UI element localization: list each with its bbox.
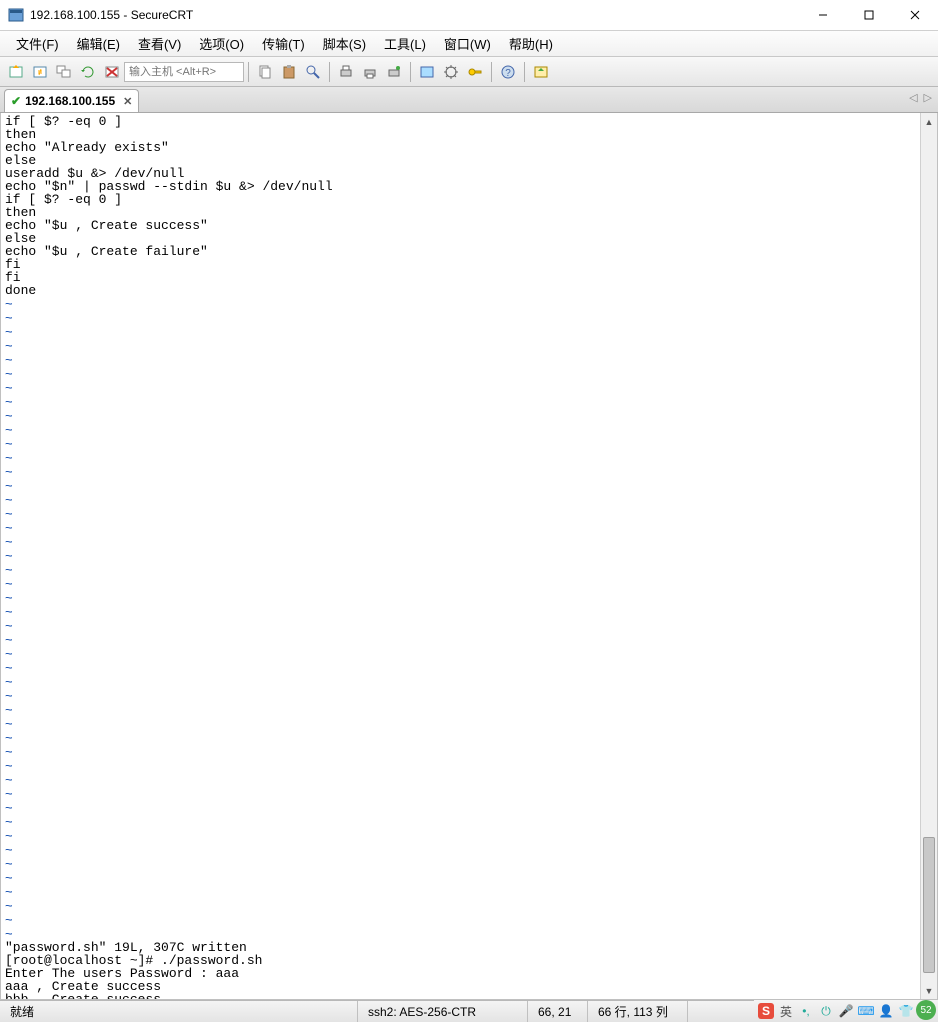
toolbar-help-icon[interactable]: ? [497, 61, 519, 83]
tab-prev-icon[interactable]: ◁ [909, 91, 917, 104]
system-tray: S 英 •, ⏻ 🎤 ⌨ 👤 👕 🧰 [754, 1000, 938, 1022]
toolbar-reconnect-all-icon[interactable] [77, 61, 99, 83]
menu-window[interactable]: 窗口(W) [436, 31, 499, 56]
menu-script[interactable]: 脚本(S) [315, 31, 374, 56]
minimize-button[interactable] [800, 0, 846, 30]
toolbar-copy-icon[interactable] [254, 61, 276, 83]
terminal[interactable]: if [ $? -eq 0 ] then echo "Already exist… [1, 113, 920, 999]
scroll-track[interactable] [921, 130, 937, 982]
status-cursor: 66, 21 [528, 1001, 588, 1022]
toolbar: ? [0, 57, 938, 87]
toolbar-print-icon[interactable] [335, 61, 357, 83]
toolbar-separator [329, 62, 330, 82]
scroll-down-icon[interactable]: ▼ [921, 982, 937, 999]
menu-file[interactable]: 文件(F) [8, 31, 67, 56]
toolbar-paste-icon[interactable] [278, 61, 300, 83]
tab-close-icon[interactable]: ✕ [123, 95, 132, 108]
ime-lang-icon[interactable]: 英 [778, 1003, 794, 1019]
toolbar-connect-icon[interactable] [5, 61, 27, 83]
ime-punct-icon[interactable]: •, [798, 1003, 814, 1019]
menu-tools[interactable]: 工具(L) [376, 31, 434, 56]
svg-text:?: ? [505, 68, 511, 79]
ime-sogou-icon[interactable]: S [758, 1003, 774, 1019]
toolbar-quick-connect-icon[interactable] [29, 61, 51, 83]
window-title: 192.168.100.155 - SecureCRT [30, 8, 800, 22]
toolbar-disconnect-icon[interactable] [101, 61, 123, 83]
tray-keyboard-icon[interactable]: ⌨ [858, 1003, 874, 1019]
tray-skin-icon[interactable]: 👕 [898, 1003, 914, 1019]
terminal-area: if [ $? -eq 0 ] then echo "Already exist… [0, 113, 938, 1000]
toolbar-global-options-icon[interactable] [440, 61, 462, 83]
menu-transfer[interactable]: 传输(T) [254, 31, 313, 56]
close-button[interactable] [892, 0, 938, 30]
assist-badge[interactable]: 52 [916, 1000, 936, 1020]
tray-mic-icon[interactable]: 🎤 [838, 1003, 854, 1019]
menu-options[interactable]: 选项(O) [191, 31, 252, 56]
toolbar-print-selection-icon[interactable] [383, 61, 405, 83]
tab-next-icon[interactable]: ▷ [924, 91, 932, 104]
vertical-scrollbar[interactable]: ▲ ▼ [920, 113, 937, 999]
toolbar-separator [248, 62, 249, 82]
status-size: 66 行, 113 列 [588, 1001, 688, 1022]
tab-label: 192.168.100.155 [25, 94, 115, 108]
toolbar-find-icon[interactable] [302, 61, 324, 83]
toolbar-separator [410, 62, 411, 82]
toolbar-sftp-icon[interactable] [530, 61, 552, 83]
toolbar-separator [524, 62, 525, 82]
menu-view[interactable]: 查看(V) [130, 31, 189, 56]
tabbar: ✔ 192.168.100.155 ✕ ◁ ▷ [0, 87, 938, 113]
toolbar-key-icon[interactable] [464, 61, 486, 83]
app-icon [8, 7, 24, 23]
menu-edit[interactable]: 编辑(E) [69, 31, 128, 56]
menu-help[interactable]: 帮助(H) [501, 31, 561, 56]
tray-user-icon[interactable]: 👤 [878, 1003, 894, 1019]
toolbar-separator [491, 62, 492, 82]
menubar: 文件(F) 编辑(E) 查看(V) 选项(O) 传输(T) 脚本(S) 工具(L… [0, 31, 938, 57]
toolbar-host-input[interactable] [124, 62, 244, 82]
maximize-button[interactable] [846, 0, 892, 30]
status-protocol: ssh2: AES-256-CTR [358, 1001, 528, 1022]
connected-check-icon: ✔ [11, 94, 21, 108]
window-titlebar: 192.168.100.155 - SecureCRT [0, 0, 938, 31]
scroll-up-icon[interactable]: ▲ [921, 113, 937, 130]
scroll-thumb[interactable] [923, 837, 935, 973]
status-ready: 就绪 [0, 1001, 358, 1022]
toolbar-print-screen-icon[interactable] [359, 61, 381, 83]
session-tab[interactable]: ✔ 192.168.100.155 ✕ [4, 89, 139, 112]
toolbar-reconnect-icon[interactable] [53, 61, 75, 83]
tray-power-icon[interactable]: ⏻ [818, 1003, 834, 1019]
toolbar-session-options-icon[interactable] [416, 61, 438, 83]
